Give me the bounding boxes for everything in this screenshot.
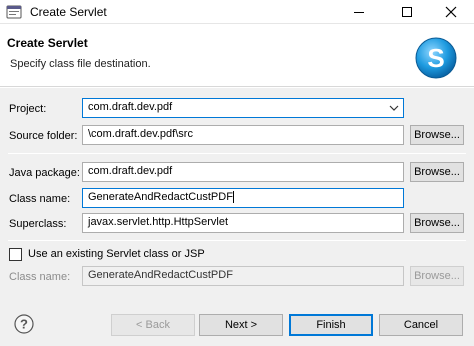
class-name-input[interactable]: GenerateAndRedactCustPDF xyxy=(82,188,404,208)
use-existing-label[interactable]: Use an existing Servlet class or JSP xyxy=(28,248,205,260)
cancel-button[interactable]: Cancel xyxy=(379,314,463,336)
back-button: < Back xyxy=(111,314,195,336)
close-button[interactable] xyxy=(428,0,474,24)
minimize-button[interactable] xyxy=(336,0,382,24)
source-folder-label: Source folder: xyxy=(9,130,78,142)
finish-button[interactable]: Finish xyxy=(289,314,373,336)
class-name-value: GenerateAndRedactCustPDF xyxy=(88,191,233,203)
project-value: com.draft.dev.pdf xyxy=(88,101,173,113)
help-icon[interactable]: ? xyxy=(14,314,34,334)
existing-class-value: GenerateAndRedactCustPDF xyxy=(88,269,233,281)
project-label: Project: xyxy=(9,103,47,115)
superclass-browse-button[interactable]: Browse... xyxy=(410,213,464,233)
separator xyxy=(8,240,466,241)
existing-class-browse-button: Browse... xyxy=(410,266,464,286)
page-title: Create Servlet xyxy=(7,36,88,50)
java-package-label: Java package: xyxy=(9,167,80,179)
source-folder-browse-button[interactable]: Browse... xyxy=(410,125,464,145)
separator xyxy=(8,153,466,154)
java-package-browse-button[interactable]: Browse... xyxy=(410,162,464,182)
source-folder-value: \com.draft.dev.pdf\src xyxy=(88,128,193,140)
next-button[interactable]: Next > xyxy=(199,314,283,336)
project-combo[interactable]: com.draft.dev.pdf xyxy=(82,98,404,118)
wizard-header: Create Servlet Specify class file destin… xyxy=(0,24,474,87)
window-title: Create Servlet xyxy=(30,5,107,19)
source-folder-input[interactable]: \com.draft.dev.pdf\src xyxy=(82,125,404,145)
existing-class-input: GenerateAndRedactCustPDF xyxy=(82,266,404,286)
superclass-value: javax.servlet.http.HttpServlet xyxy=(88,216,229,228)
class-name-label: Class name: xyxy=(9,193,71,205)
use-existing-checkbox[interactable] xyxy=(9,248,22,261)
superclass-label: Superclass: xyxy=(9,218,67,230)
maximize-button[interactable] xyxy=(384,0,430,24)
chevron-down-icon xyxy=(389,105,399,111)
page-description: Specify class file destination. xyxy=(10,58,151,70)
title-bar: Create Servlet xyxy=(0,0,474,24)
java-package-value: com.draft.dev.pdf xyxy=(88,165,173,177)
superclass-input[interactable]: javax.servlet.http.HttpServlet xyxy=(82,213,404,233)
minimize-icon xyxy=(354,12,364,13)
text-cursor xyxy=(232,191,234,204)
svg-text:?: ? xyxy=(20,317,28,332)
servlet-logo-icon: S xyxy=(415,37,457,79)
maximize-icon xyxy=(402,7,412,17)
existing-class-label: Class name: xyxy=(9,271,71,283)
logo-letter: S xyxy=(427,43,444,73)
eclipse-window-icon xyxy=(6,5,22,19)
close-icon xyxy=(445,6,457,18)
java-package-input[interactable]: com.draft.dev.pdf xyxy=(82,162,404,182)
